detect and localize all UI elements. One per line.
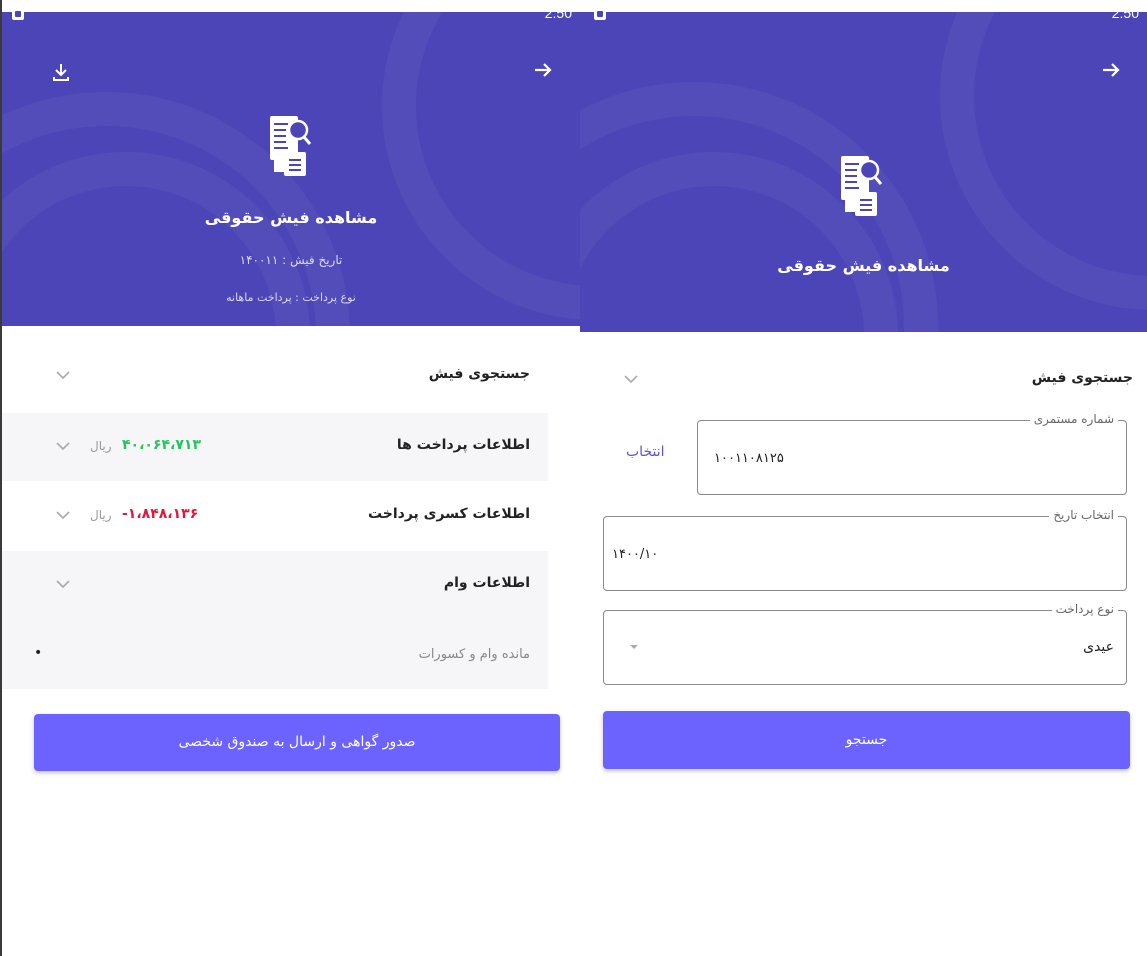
chevron-down-icon[interactable] <box>52 364 74 386</box>
select-link[interactable]: انتخاب <box>626 444 665 460</box>
status-time: 2:50 <box>544 5 572 21</box>
status-time: 2:50 <box>1111 5 1139 21</box>
loans-label: اطلاعات وام <box>443 575 530 591</box>
date-field[interactable]: انتخاب تاریخ ۱۴۰۰/۱۰ <box>603 508 1127 591</box>
page-title: مشاهده فیش حقوقی <box>204 208 378 227</box>
chevron-down-icon[interactable] <box>52 573 74 595</box>
customer-number-value: ۱۰۰۱۱۰۸۱۲۵ <box>714 451 784 466</box>
deductions-amount: -۱،۸۴۸،۱۳۶ <box>122 506 199 522</box>
notification-icon <box>594 8 606 20</box>
search-button[interactable]: جستجو <box>603 711 1130 769</box>
arrow-right-icon[interactable] <box>1096 58 1126 88</box>
payment-type-info: نوع پرداخت : پرداخت ماهانه <box>226 291 356 304</box>
dropdown-arrow-icon[interactable] <box>628 643 640 651</box>
header: مشاهده فیش حقوقی <box>580 12 1147 332</box>
search-section-label: جستجوی فیش <box>428 366 530 382</box>
header: مشاهده فیش حقوقی تاریخ فیش : ۱۴۰۰۱۱ نوع … <box>2 12 580 326</box>
search-section-label: جستجوی فیش <box>1031 370 1133 386</box>
payment-type-label: نوع پرداخت <box>1051 602 1118 616</box>
page-title: مشاهده فیش حقوقی <box>777 256 950 275</box>
loans-row[interactable]: اطلاعات وام مانده وام و کسورات • <box>2 551 548 689</box>
payments-row[interactable]: اطلاعات پرداخت ها ۴۰،۰۶۴،۷۱۳ ریال <box>2 413 548 481</box>
search-section-row[interactable]: جستجوی فیش <box>580 352 1147 408</box>
issue-certificate-button[interactable]: صدور گواهی و ارسال به صندوق شخصی <box>34 714 560 771</box>
salary-slip-search-screen: مشاهده فیش حقوقی 2:50 جستجوی فیش انتخاب … <box>580 0 1147 956</box>
chevron-down-icon[interactable] <box>52 435 74 457</box>
receipt-date: تاریخ فیش : ۱۴۰۰۱۱ <box>239 253 343 267</box>
date-value: ۱۴۰۰/۱۰ <box>612 547 659 562</box>
currency-label: ریال <box>90 508 112 522</box>
loan-balance-value: • <box>34 645 43 661</box>
currency-label: ریال <box>90 439 112 453</box>
date-label: انتخاب تاریخ <box>1049 508 1118 522</box>
deductions-label: اطلاعات کسری پرداخت <box>367 506 530 522</box>
payment-type-value: عیدی <box>1083 639 1114 655</box>
download-icon[interactable] <box>46 60 76 90</box>
search-section-row[interactable]: جستجوی فیش <box>2 342 548 410</box>
notification-icon <box>12 8 24 20</box>
receipt-search-icon <box>270 116 312 176</box>
receipt-search-icon <box>841 156 883 216</box>
loan-balance-label: مانده وام و کسورات <box>418 647 530 662</box>
deductions-row[interactable]: اطلاعات کسری پرداخت -۱،۸۴۸،۱۳۶ ریال <box>2 482 548 550</box>
payment-type-select[interactable]: نوع پرداخت عیدی <box>603 602 1127 685</box>
payments-label: اطلاعات پرداخت ها <box>396 437 530 453</box>
chevron-down-icon[interactable] <box>620 368 642 390</box>
salary-slip-result-screen: مشاهده فیش حقوقی تاریخ فیش : ۱۴۰۰۱۱ نوع … <box>0 0 580 956</box>
customer-number-field[interactable]: شماره مستمری ۱۰۰۱۱۰۸۱۲۵ <box>697 412 1127 495</box>
status-bar: 2:50 <box>2 0 580 30</box>
arrow-right-icon[interactable] <box>528 58 558 88</box>
payments-amount: ۴۰،۰۶۴،۷۱۳ <box>122 437 201 453</box>
chevron-down-icon[interactable] <box>52 504 74 526</box>
customer-number-label: شماره مستمری <box>1029 412 1118 426</box>
status-bar: 2:50 <box>580 0 1147 30</box>
